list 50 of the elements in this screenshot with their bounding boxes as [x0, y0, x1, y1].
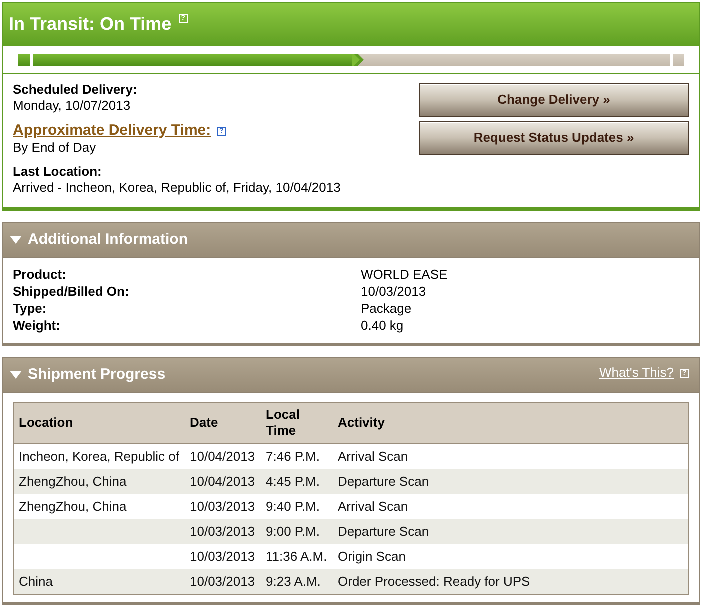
info-label: Product: — [13, 266, 66, 283]
collapse-triangle-icon[interactable] — [10, 236, 22, 244]
progress-start-segment — [18, 54, 30, 66]
section-title: Additional Information — [28, 231, 188, 249]
field-value: By End of Day — [13, 140, 96, 156]
field-value: Arrived - Incheon, Korea, Republic of, Friday, 10/04/2013 — [13, 180, 341, 196]
table-cell: Incheon, Korea, Republic of — [19, 448, 180, 464]
info-value: Package — [361, 300, 412, 317]
table-cell: ZhengZhou, China — [19, 474, 127, 489]
table-cell: China — [19, 574, 53, 589]
table-cell: Departure Scan — [338, 524, 430, 539]
table-cell: Order Processed: Ready for UPS — [338, 574, 530, 589]
table-cell: Arrival Scan — [338, 448, 408, 464]
table-cell: 10/04/2013 — [190, 448, 256, 464]
info-label: Type: — [13, 300, 47, 317]
column-header: Location — [19, 415, 74, 431]
table-cell: ZhengZhou, China — [19, 498, 127, 514]
info-value: WORLD EASE — [361, 266, 448, 283]
column-header: Date — [190, 415, 220, 431]
table-cell: 10/03/2013 — [190, 498, 256, 514]
table-cell: 7:46 P.M. — [266, 448, 320, 464]
chevron-icon — [352, 54, 364, 66]
progress-end-segment — [673, 54, 684, 66]
field-value: Monday, 10/07/2013 — [13, 98, 131, 114]
field-label: Last Location: — [13, 164, 102, 180]
column-header: Local Time — [266, 407, 301, 439]
table-cell: 9:40 P.M. — [266, 498, 320, 514]
table-cell: 4:45 P.M. — [266, 474, 320, 489]
column-header: Activity — [338, 415, 386, 431]
table-cell: 10/04/2013 — [190, 474, 256, 489]
collapse-triangle-icon[interactable] — [10, 371, 22, 379]
table-cell: 9:00 P.M. — [266, 524, 320, 539]
field-label: Scheduled Delivery: — [13, 82, 138, 98]
table-cell: 10/03/2013 — [190, 548, 256, 564]
table-cell: 11:36 A.M. — [266, 548, 328, 564]
section-title: Shipment Progress — [28, 366, 166, 384]
table-cell: 10/03/2013 — [190, 574, 256, 589]
action-button[interactable]: Request Status Updates » — [419, 121, 689, 155]
table-cell: Departure Scan — [338, 474, 430, 489]
info-value: 10/03/2013 — [361, 283, 426, 300]
info-label: Shipped/Billed On: — [13, 283, 130, 300]
table-cell: 10/03/2013 — [190, 524, 256, 539]
action-button[interactable]: Change Delivery » — [419, 83, 689, 117]
table-cell: 9:23 A.M. — [266, 574, 321, 589]
table-cell: Arrival Scan — [338, 498, 408, 514]
info-label: Weight: — [13, 317, 60, 334]
table-cell: Origin Scan — [338, 548, 406, 564]
info-value: 0.40 kg — [361, 317, 404, 334]
delivery-time-link[interactable]: Approximate Delivery Time: — [13, 122, 212, 140]
status-title: In Transit: On Time — [9, 13, 172, 35]
